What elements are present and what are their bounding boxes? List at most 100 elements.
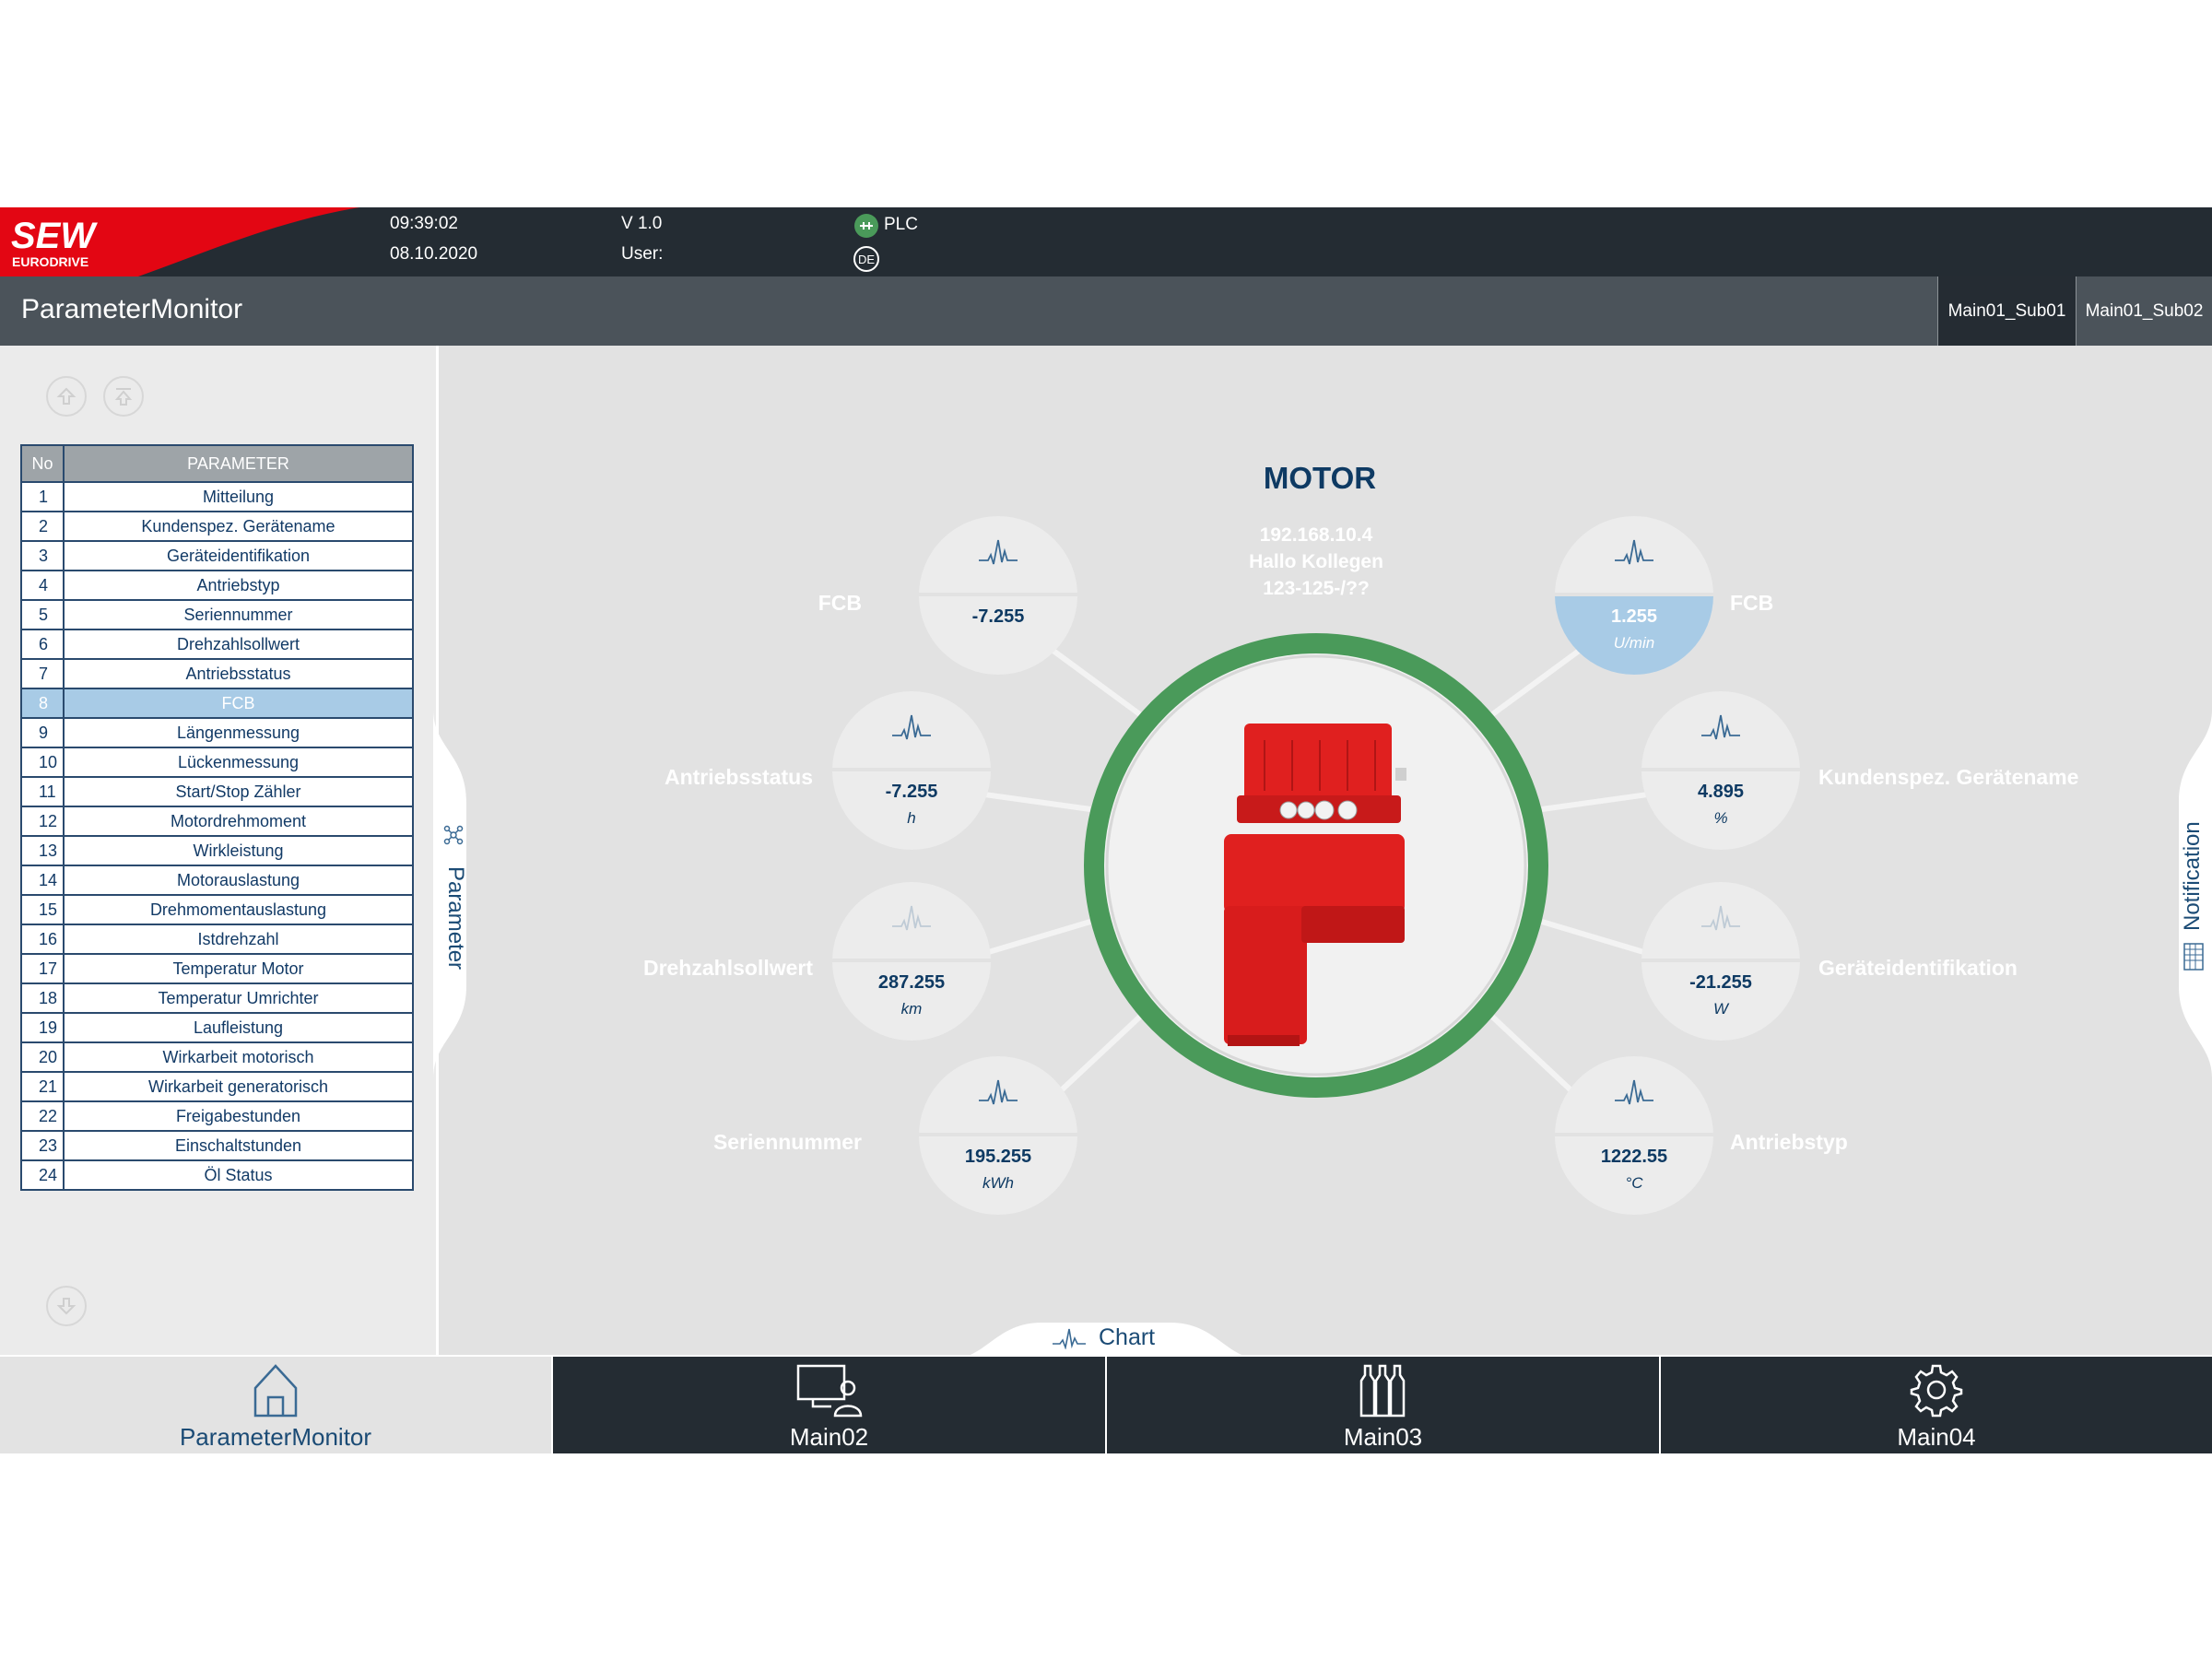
nav-parametermonitor[interactable]: ParameterMonitor: [0, 1357, 551, 1453]
parameter-number: 5: [20, 599, 65, 630]
arrow-down-icon: [56, 1298, 76, 1315]
parameter-name: Längenmessung: [63, 717, 414, 748]
table-row[interactable]: 2 Kundenspez. Gerätename: [20, 511, 414, 542]
language-code: DE: [857, 252, 876, 266]
arrow-top-icon: [114, 388, 133, 406]
table-row[interactable]: 20 Wirkarbeit motorisch: [20, 1041, 414, 1073]
gauge-value: -21.255: [1689, 972, 1752, 993]
parameter-number: 13: [20, 835, 65, 866]
language-button[interactable]: DE: [853, 246, 879, 272]
gauge-value: 287.255: [877, 972, 946, 993]
waveform-icon: [919, 1077, 1077, 1113]
tab-main01-sub02[interactable]: Main01_Sub02: [2076, 276, 2212, 346]
nav-main04[interactable]: Main04: [1661, 1357, 2212, 1453]
gauge-label: FCB: [818, 591, 862, 615]
waveform-icon: [1555, 1077, 1713, 1113]
table-row[interactable]: 14 Motorauslastung: [20, 865, 414, 896]
home-icon: [253, 1364, 298, 1418]
parameter-gauge[interactable]: 195.255 kWh: [919, 1056, 1077, 1215]
table-row[interactable]: 16 Istdrehzahl: [20, 924, 414, 955]
table-row[interactable]: 12 Motordrehmoment: [20, 806, 414, 837]
waveform-icon: [832, 902, 991, 939]
parameter-number: 22: [20, 1100, 65, 1132]
parameter-gauge[interactable]: -7.255 h: [832, 691, 991, 850]
parameter-number: 1: [20, 481, 65, 512]
gauge-unit: kWh: [982, 1174, 1014, 1192]
gear-icon: [1910, 1364, 1963, 1418]
parameter-gauge[interactable]: 4.895%: [1641, 691, 1800, 850]
notification-side-tab-label: Notification: [2180, 821, 2205, 931]
parameter-name: FCB: [63, 688, 414, 719]
page-title: ParameterMonitor: [21, 294, 243, 324]
clock-time: 09:39:02: [390, 214, 458, 233]
table-row[interactable]: 15 Drehmomentauslastung: [20, 894, 414, 925]
plc-status-label: PLC: [884, 215, 918, 234]
table-row[interactable]: 3 Geräteidentifikation: [20, 540, 414, 571]
nav-label: Main04: [1897, 1423, 1976, 1451]
table-row[interactable]: 24 Öl Status: [20, 1159, 414, 1191]
waveform-icon: [1641, 902, 1800, 939]
gauge-unit: h: [907, 809, 916, 827]
tab-label: Main01_Sub02: [2085, 300, 2204, 321]
table-row[interactable]: 4 Antriebstyp: [20, 570, 414, 601]
svg-text:EURODRIVE: EURODRIVE: [12, 254, 88, 269]
parameter-gauge[interactable]: -21.255 W: [1641, 882, 1800, 1041]
gauge-label: Geräteidentifikation: [1818, 956, 2018, 980]
parameter-number: 4: [20, 570, 65, 601]
parameter-name: Start/Stop Zähler: [63, 776, 414, 807]
table-row[interactable]: 7 Antriebsstatus: [20, 658, 414, 689]
table-row[interactable]: 6 Drehzahlsollwert: [20, 629, 414, 660]
parameter-gauge[interactable]: 1.255 U/min: [1555, 516, 1713, 675]
parameter-number: 16: [20, 924, 65, 955]
table-row[interactable]: 22 Freigabestunden: [20, 1100, 414, 1132]
parameter-number: 15: [20, 894, 65, 925]
parameter-name: Motorauslastung: [63, 865, 414, 896]
gauge-label: Antriebstyp: [1730, 1130, 1848, 1154]
parameter-name: Drehzahlsollwert: [63, 629, 414, 660]
scroll-down-button[interactable]: [46, 1286, 87, 1326]
table-row[interactable]: 8 FCB: [20, 688, 414, 719]
gauge-unit: km: [900, 1000, 923, 1018]
table-row[interactable]: 11 Start/Stop Zähler: [20, 776, 414, 807]
table-row[interactable]: 1 Mitteilung: [20, 481, 414, 512]
scroll-up-button[interactable]: [46, 376, 87, 417]
tab-label: Main01_Sub01: [1947, 300, 2066, 321]
parameter-table: No PARAMETER 1 Mitteilung 2 Kundenspez. Ger…: [20, 444, 414, 1191]
plc-connected-icon: [853, 213, 879, 239]
parameter-gauge[interactable]: 287.255 km: [832, 882, 991, 1041]
gauge-divider: [1555, 1133, 1713, 1136]
gauge-label: FCB: [1730, 591, 1774, 615]
parameter-name: Freigabestunden: [63, 1100, 414, 1132]
gauge-divider: [1641, 768, 1800, 771]
parameter-gauge[interactable]: 1222.55 °C: [1555, 1056, 1713, 1215]
scroll-top-button[interactable]: [103, 376, 144, 417]
tab-main01-sub01[interactable]: Main01_Sub01: [1937, 276, 2076, 346]
nav-main03[interactable]: Main03: [1107, 1357, 1659, 1453]
table-row[interactable]: 13 Wirkleistung: [20, 835, 414, 866]
parameter-number: 12: [20, 806, 65, 837]
waveform-icon: [832, 712, 991, 748]
table-header-row: No PARAMETER: [20, 444, 414, 483]
parameter-number: 24: [20, 1159, 65, 1191]
gauge-divider: [832, 768, 991, 771]
sew-eurodrive-logo: SEW EURODRIVE: [0, 207, 359, 276]
table-row[interactable]: 5 Seriennummer: [20, 599, 414, 630]
table-row[interactable]: 9 Längenmessung: [20, 717, 414, 748]
table-row[interactable]: 18 Temperatur Umrichter: [20, 982, 414, 1014]
nav-main02[interactable]: Main02: [553, 1357, 1105, 1453]
table-row[interactable]: 21 Wirkarbeit generatorisch: [20, 1071, 414, 1102]
parameter-name: Wirkarbeit generatorisch: [63, 1071, 414, 1102]
parameter-number: 23: [20, 1130, 65, 1161]
table-row[interactable]: 19 Laufleistung: [20, 1012, 414, 1043]
parameter-gauge[interactable]: -7.255: [919, 516, 1077, 675]
motor-status-ring[interactable]: [1080, 629, 1552, 1101]
notification-list-icon: [2182, 938, 2206, 973]
parameter-name: Geräteidentifikation: [63, 540, 414, 571]
table-row[interactable]: 10 Lückenmessung: [20, 747, 414, 778]
parameter-name: Wirkleistung: [63, 835, 414, 866]
table-row[interactable]: 17 Temperatur Motor: [20, 953, 414, 984]
column-header-no: No: [20, 444, 65, 483]
table-row[interactable]: 23 Einschaltstunden: [20, 1130, 414, 1161]
gauge-label: Kundenspez. Gerätename: [1818, 765, 2079, 789]
gauge-label: Antriebsstatus: [664, 765, 813, 789]
